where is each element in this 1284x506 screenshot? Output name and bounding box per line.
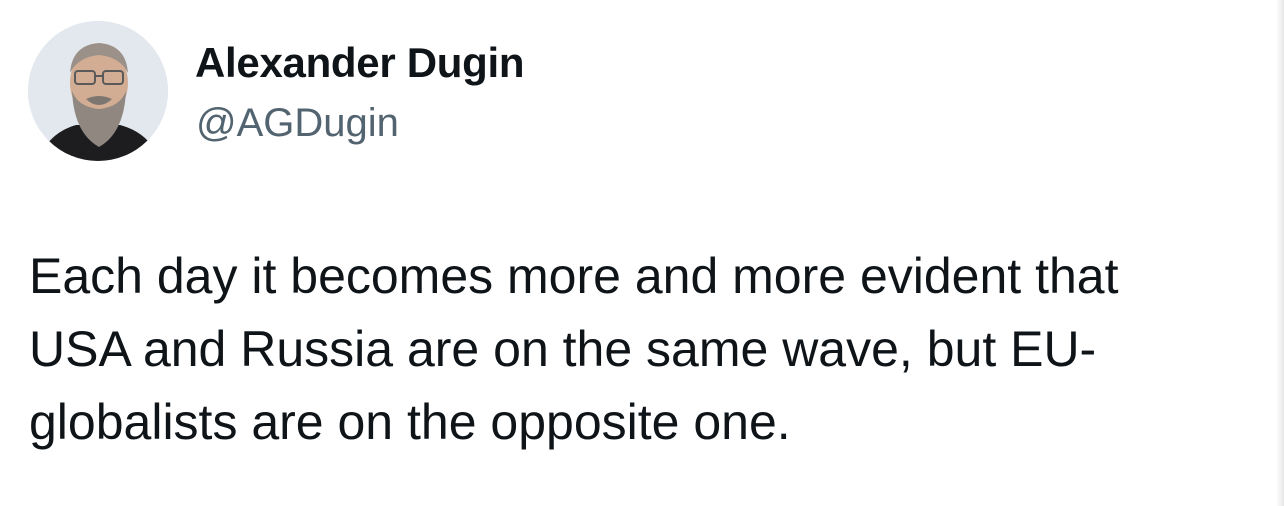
tweet-text: Each day it becomes more and more eviden… — [29, 240, 1229, 459]
author-display-name[interactable]: Alexander Dugin — [195, 38, 525, 88]
tweet-text-line: Each day it becomes more and more eviden… — [29, 248, 1119, 304]
right-edge-divider — [1276, 0, 1284, 506]
avatar[interactable] — [28, 21, 168, 161]
avatar-portrait-icon — [28, 21, 168, 161]
tweet-text-line: globalists are on the opposite one. — [29, 394, 791, 450]
tweet-card: Alexander Dugin @AGDugin Each day it bec… — [0, 0, 1284, 506]
tweet-text-line: USA and Russia are on the same wave, but… — [29, 321, 1097, 377]
author-handle[interactable]: @AGDugin — [196, 99, 399, 147]
